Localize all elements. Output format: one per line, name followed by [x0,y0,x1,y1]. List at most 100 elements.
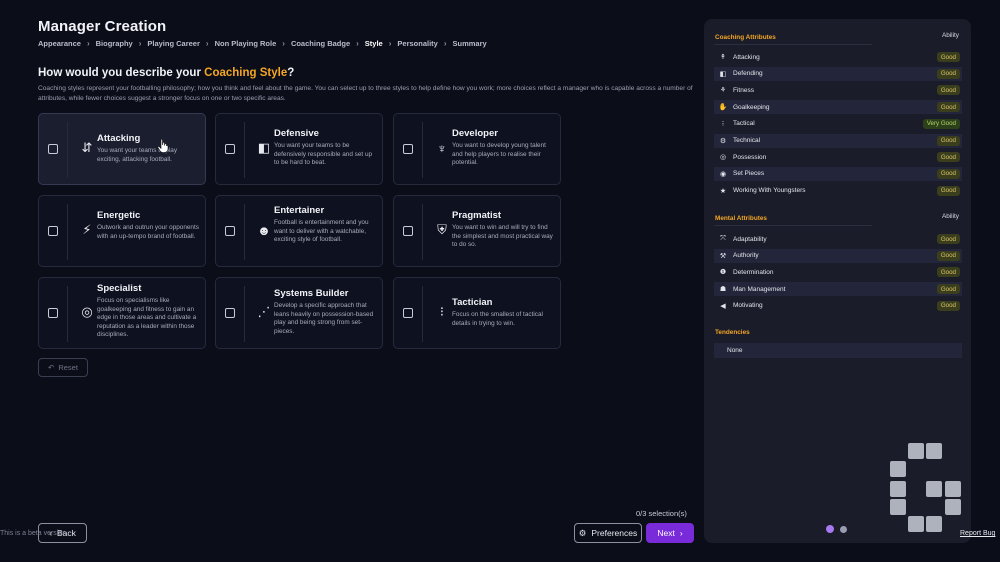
coaching-ability-header: Ability [941,32,959,39]
attribute-row[interactable]: ⚒ Authority Good [714,248,962,263]
style-card-entertainer[interactable]: ☻ Entertainer Football is entertainment an… [215,195,383,267]
attribute-row[interactable]: ⚘ Fitness Good [714,83,962,97]
style-card-description: Focus on specialisms like goalkeeping an… [97,297,197,339]
attribute-row[interactable]: ❶ Determination Good [714,265,962,279]
pragmatist-icon: ⛨ [437,222,447,237]
mouse-cursor-icon [157,138,169,153]
attribute-row[interactable]: ✋ Goalkeeping Good [714,100,962,115]
style-card-developer[interactable]: ♆ Developer You want to develop young tale… [393,113,561,185]
breadcrumb-item[interactable]: Coaching Badge [291,39,350,48]
specialist-icon: ◎ [81,304,93,319]
chevron-right-icon: › [679,528,683,538]
ability-badge: Good [936,85,960,96]
breadcrumb-item[interactable]: Summary [453,39,487,48]
attribute-row[interactable]: ⤧ Adaptability Good [714,232,962,246]
style-checkbox[interactable] [48,144,58,154]
style-checkbox[interactable] [403,308,413,318]
attribute-row[interactable]: ◧ Defending Good [714,66,962,81]
report-bug-link[interactable]: Report Bug [960,530,995,537]
style-card-specialist[interactable]: ◎ Specialist Focus on specialisms like goa… [38,277,206,349]
breadcrumb-item[interactable]: Style [365,39,383,48]
breadcrumb-item[interactable]: Playing Career [147,39,200,48]
divider [422,286,423,342]
style-checkbox[interactable] [48,226,58,236]
tactician-icon: ⁝ [439,304,445,319]
youngsters-icon: ★ [719,187,727,195]
attribute-row[interactable]: ⁝ Tactical Very Good [714,117,962,131]
style-card-title: Defensive [274,128,319,139]
attribute-row[interactable]: ◉ Set Pieces Good [714,166,962,181]
breadcrumb: Appearance › Biography › Playing Career › Non … [38,39,487,48]
style-checkbox[interactable] [225,226,235,236]
attribute-row[interactable]: ◎ Possession Good [714,150,962,164]
style-card-description: You want your teams to be defensively re… [274,142,373,167]
developer-icon: ♆ [437,140,447,156]
reset-icon: ↶ [48,363,55,372]
attribute-row[interactable]: ★ Working With Youngsters Good [714,184,962,198]
style-card-title: Attacking [97,133,141,144]
tendencies-title: Tendencies [715,329,750,336]
preferences-button[interactable]: ⚙ Preferences [574,523,642,543]
tactical-icon: ⁝ [721,120,725,128]
attribute-row[interactable]: ◀ Motivating Good [714,299,962,313]
page-dot-1[interactable] [826,525,834,533]
attribute-label: Tactical [733,120,755,128]
breadcrumb-item[interactable]: Personality [397,39,437,48]
style-checkbox[interactable] [48,308,58,318]
next-button[interactable]: Next › [646,523,694,543]
ability-badge: Good [936,135,960,146]
style-card-tactician[interactable]: ⁝ Tactician Focus on the smallest of tacti… [393,277,561,349]
ability-badge: Good [936,267,960,278]
possession-icon: ◎ [719,154,727,162]
chevron-right-icon: › [282,39,285,48]
chevron-right-icon: › [86,39,90,48]
chevron-right-icon: › [388,39,392,48]
ability-badge: Very Good [922,118,960,129]
breadcrumb-item[interactable]: Non Playing Role [215,39,277,48]
breadcrumb-item[interactable]: Biography [96,39,133,48]
ability-badge: Good [936,168,960,179]
style-card-pragmatist[interactable]: ⛨ Pragmatist You want to win and will try … [393,195,561,267]
style-checkbox[interactable] [225,144,235,154]
attribute-row[interactable]: ↟ Attacking Good [714,50,962,64]
style-checkbox[interactable] [403,144,413,154]
chevron-right-icon: › [356,39,359,48]
ability-badge: Good [936,102,960,113]
page-dot-2[interactable] [840,525,847,533]
style-card-title: Energetic [97,210,141,221]
ability-badge: Good [936,52,960,62]
divider [67,122,68,178]
style-checkbox[interactable] [403,226,413,236]
breadcrumb-item[interactable]: Appearance [38,39,81,48]
question-highlight: Coaching Style [204,67,288,79]
ability-badge: Good [936,284,960,295]
reset-button[interactable]: ↶ Reset [38,358,88,377]
attribute-row[interactable]: ☗ Man Management Good [714,282,962,297]
style-card-attacking[interactable]: ⇵ Attacking You want your teams to play ex… [38,113,206,185]
style-card-description: Outwork and outrun your opponents with a… [97,224,199,240]
attacking-icon: ↟ [720,54,726,61]
adaptability-icon: ⤧ [720,235,726,242]
ability-badge: Good [936,185,960,196]
goalkeeping-icon: ✋ [718,104,728,112]
mental-ability-header: Ability [941,213,959,220]
technical-icon: ⚙ [719,137,727,145]
style-card-title: Systems Builder [274,288,349,299]
ability-badge: Good [936,250,960,261]
style-card-description: You want your teams to play exciting, at… [97,147,178,163]
style-card-systems-builder[interactable]: ⋰ Systems Builder Develop a specific appro… [215,277,383,349]
style-card-energetic[interactable]: ⚡ Energetic Outwork and outrun your oppone… [38,195,206,267]
style-checkbox[interactable] [225,308,235,318]
style-card-description: Develop a specific approach that leans h… [274,302,374,335]
style-card-defensive[interactable]: ◧ Defensive You want your teams to be defe… [215,113,383,185]
question-heading: How would you describe your Coaching Sty… [38,67,295,79]
attribute-row[interactable]: ⚙ Technical Good [714,133,962,148]
settings-icon: ⚙ [578,527,587,538]
defending-icon: ◧ [719,70,727,78]
attribute-label: Fitness [733,86,754,94]
attacking-icon: ⇵ [81,140,93,155]
divider [67,204,68,260]
attribute-label: Goalkeeping [733,103,770,111]
game-logo [888,441,964,533]
attribute-label: Attacking [733,53,760,61]
